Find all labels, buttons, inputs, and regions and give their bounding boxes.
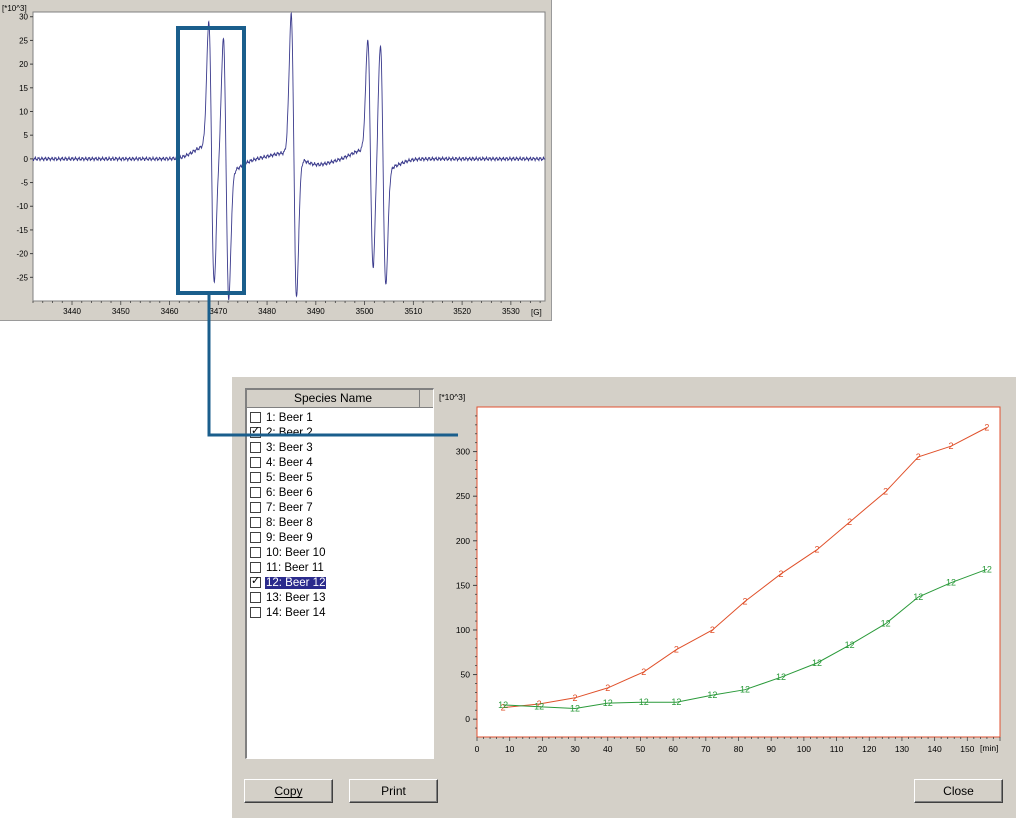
overlay-layer bbox=[176, 26, 458, 437]
highlight-box bbox=[176, 26, 246, 295]
connector-line bbox=[207, 293, 458, 437]
